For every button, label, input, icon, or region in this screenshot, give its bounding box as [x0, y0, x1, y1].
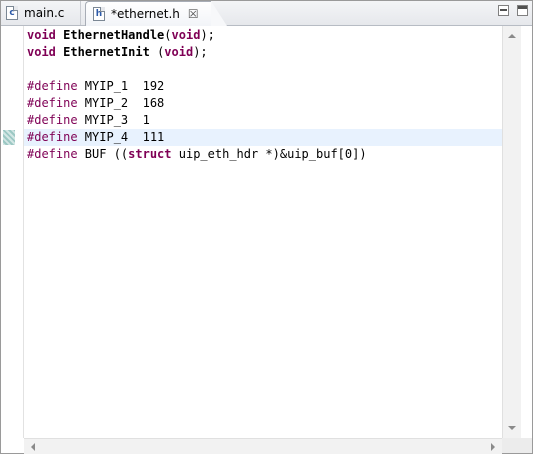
vertical-scrollbar[interactable]	[502, 26, 521, 438]
quick-diff-change-marker	[3, 130, 15, 145]
code-token: MYIP_4 111	[77, 130, 165, 144]
tab-label: *ethernet.h	[111, 7, 180, 21]
code-token: (	[149, 45, 165, 59]
code-token: MYIP_1 192	[77, 79, 165, 93]
vertical-ruler[interactable]	[1, 26, 24, 438]
code-token: EthernetHandle	[63, 28, 165, 42]
scroll-up-arrow-icon[interactable]	[508, 34, 516, 38]
code-token: MYIP_3 1	[77, 113, 150, 127]
c-file-icon: c	[6, 6, 18, 20]
scroll-left-arrow-icon[interactable]	[31, 443, 35, 451]
tab-label: main.c	[24, 6, 65, 20]
code-token: );	[193, 45, 208, 59]
code-editor[interactable]: void EthernetHandle(void); void EthernetI…	[24, 26, 502, 438]
code-line[interactable]: #define BUF ((struct uip_eth_hdr *)&uip_…	[24, 146, 502, 163]
scroll-down-arrow-icon[interactable]	[508, 426, 516, 430]
code-token: void	[27, 45, 56, 59]
code-token: uip_eth_hdr *)&uip_buf[0])	[171, 147, 367, 161]
code-line[interactable]: #define MYIP_4 111	[24, 129, 502, 146]
code-token: #define	[27, 79, 78, 93]
code-token: #define	[27, 130, 78, 144]
scroll-right-arrow-icon[interactable]	[491, 443, 495, 451]
overview-ruler[interactable]	[521, 26, 532, 438]
code-line[interactable]: void EthernetInit (void);	[24, 44, 502, 61]
code-token: void	[164, 45, 194, 59]
horizontal-scrollbar[interactable]	[24, 438, 502, 454]
code-line[interactable]: #define MYIP_1 192	[24, 78, 502, 95]
code-token: (	[164, 28, 172, 42]
tab-ethernet-h[interactable]: h *ethernet.h ☒	[85, 1, 227, 26]
maximize-icon[interactable]	[517, 5, 528, 16]
code-line[interactable]: #define MYIP_3 1	[24, 112, 502, 129]
minimize-icon[interactable]	[498, 5, 509, 16]
code-token: BUF ((	[77, 147, 129, 161]
code-token: void	[171, 28, 201, 42]
editor-tab-bar: c main.c h *ethernet.h ☒	[1, 1, 532, 26]
code-line[interactable]	[24, 61, 502, 78]
editor-window: c main.c h *ethernet.h ☒ void EthernetHa…	[0, 0, 533, 454]
code-token: EthernetInit	[63, 45, 150, 59]
code-token: );	[200, 28, 215, 42]
code-token: #define	[27, 96, 78, 110]
code-line[interactable]: #define MYIP_2 168	[24, 95, 502, 112]
h-file-icon: h	[93, 7, 105, 21]
code-token: struct	[128, 147, 172, 161]
code-token: #define	[27, 147, 78, 161]
code-token: #define	[27, 113, 78, 127]
scrollbar-corner	[502, 438, 532, 453]
tab-main-c[interactable]: c main.c	[1, 1, 81, 25]
close-tab-icon[interactable]: ☒	[188, 7, 199, 21]
code-line[interactable]: void EthernetHandle(void);	[24, 27, 502, 44]
code-token: MYIP_2 168	[77, 96, 165, 110]
code-token: void	[27, 28, 56, 42]
